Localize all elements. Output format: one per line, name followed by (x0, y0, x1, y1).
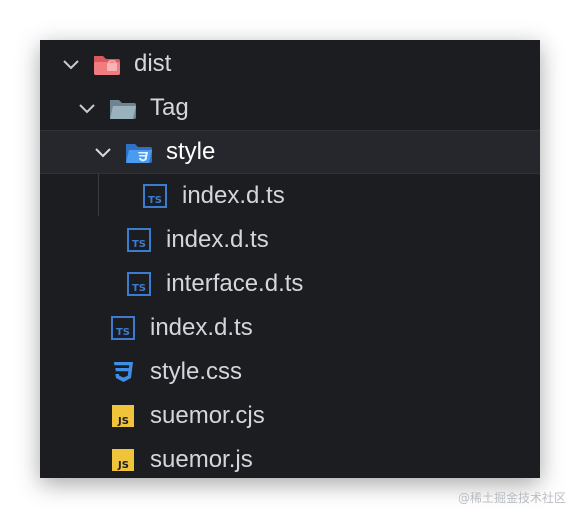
chevron-down-icon[interactable] (60, 53, 82, 75)
tree-item-file[interactable]: TS index.d.ts (40, 218, 540, 262)
tree-item-label: index.d.ts (182, 182, 285, 209)
tree-item-file[interactable]: JS suemor.cjs (40, 394, 540, 438)
tree-item-file[interactable]: TS index.d.ts (40, 306, 540, 350)
chevron-down-icon[interactable] (92, 141, 114, 163)
typescript-def-file-icon: TS (124, 225, 154, 255)
folder-css-open-icon (124, 137, 154, 167)
tree-item-file[interactable]: TS index.d.ts (40, 174, 540, 218)
tree-item-label: style.css (150, 358, 243, 385)
tree-item-dist-folder[interactable]: dist (40, 42, 540, 86)
svg-text:TS: TS (116, 327, 130, 338)
tree-item-style-folder[interactable]: style (40, 130, 540, 174)
typescript-def-file-icon: TS (124, 269, 154, 299)
typescript-def-file-icon: TS (140, 181, 170, 211)
file-explorer-panel: dist Tag style TS index.d.ts TS index.d.… (40, 40, 540, 478)
watermark: @稀土掘金技术社区 (457, 491, 566, 505)
folder-open-icon (108, 93, 138, 123)
javascript-file-icon: JS (108, 445, 138, 475)
css3-file-icon (108, 357, 138, 387)
svg-text:JS: JS (117, 416, 129, 427)
folder-dist-open-icon (92, 49, 122, 79)
tree-item-label: dist (134, 50, 172, 77)
chevron-down-icon[interactable] (76, 97, 98, 119)
tree-item-file[interactable]: JS suemor.js (40, 438, 540, 478)
svg-text:TS: TS (132, 239, 146, 250)
tree-item-tag-folder[interactable]: Tag (40, 86, 540, 130)
tree-item-label: suemor.js (150, 446, 253, 473)
typescript-def-file-icon: TS (108, 313, 138, 343)
tree-item-label: interface.d.ts (166, 270, 304, 297)
tree-item-label: Tag (150, 94, 189, 121)
tree-item-label: suemor.cjs (150, 402, 265, 429)
tree-item-label: index.d.ts (166, 226, 269, 253)
tree-item-file[interactable]: style.css (40, 350, 540, 394)
tree-item-file[interactable]: TS interface.d.ts (40, 262, 540, 306)
javascript-file-icon: JS (108, 401, 138, 431)
tree-item-label: style (166, 138, 216, 165)
svg-text:JS: JS (117, 460, 129, 471)
svg-text:TS: TS (132, 283, 146, 294)
svg-text:TS: TS (148, 195, 162, 206)
tree-item-label: index.d.ts (150, 314, 253, 341)
